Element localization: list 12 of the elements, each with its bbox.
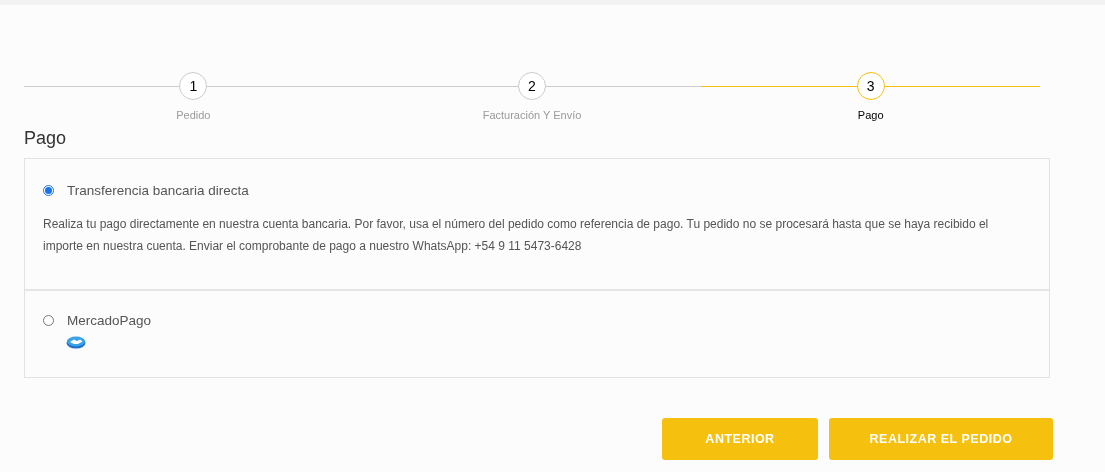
step-label: Facturación Y Envío <box>482 108 582 123</box>
step-label: Pedido <box>176 108 211 123</box>
payment-method-label[interactable]: Transferencia bancaria directa <box>67 180 249 201</box>
section-title: Pago <box>24 126 68 150</box>
step-label: Pago <box>857 108 884 123</box>
step-number: 3 <box>856 72 885 100</box>
step-number: 2 <box>518 72 546 100</box>
radio-button[interactable] <box>43 185 54 197</box>
radio-button[interactable] <box>43 315 54 327</box>
payment-description: Realiza tu pago directamente en nuestra cuenta bancaria. Por favor, usa el número del pedido como referencia de pago. Tu pedido no se procesará hasta que se haya recibido el importe en nuestra cuenta. Enviar el comprobante de pago a nuestro WhatsApp: +54 9 11 5473-6428 <box>43 215 990 255</box>
step-number: 1 <box>179 72 208 100</box>
payment-method-label[interactable]: MercadoPago <box>67 310 152 331</box>
